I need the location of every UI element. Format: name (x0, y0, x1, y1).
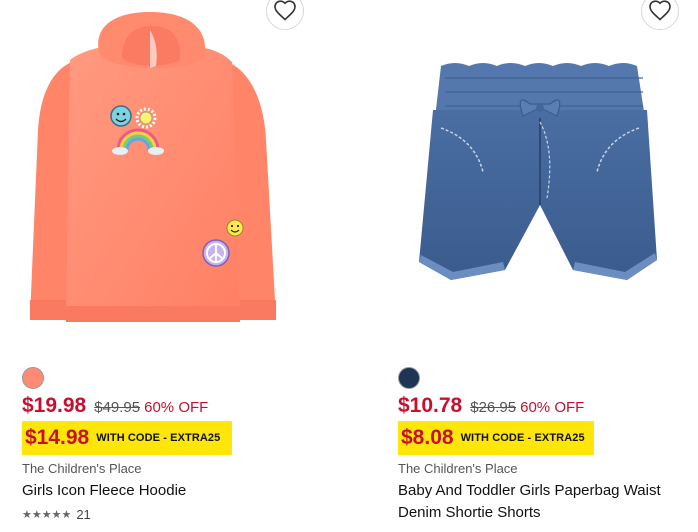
brand-name: The Children's Place (398, 461, 518, 476)
promo-price: $8.08 (401, 426, 454, 449)
heart-outline-icon (274, 0, 296, 21)
promo-code-text: WITH CODE - EXTRA25 (460, 432, 585, 444)
heart-outline-icon (649, 0, 671, 21)
sale-price: $19.98 (22, 394, 87, 417)
promo-code-text: WITH CODE - EXTRA25 (96, 432, 221, 444)
price-row: $19.98 $49.95 60% OFF (22, 394, 208, 418)
color-swatch[interactable] (22, 367, 44, 389)
sale-price: $10.78 (398, 394, 463, 417)
product-image-hoodie[interactable] (0, 0, 340, 345)
review-count: 21 (76, 507, 91, 522)
discount-label: 60% OFF (144, 399, 209, 416)
product-name-link[interactable]: Baby And Toddler Girls Paperbag Waist De… (398, 480, 698, 524)
promo-banner: $14.98 WITH CODE - EXTRA25 (22, 421, 232, 455)
product-name-link[interactable]: Girls Icon Fleece Hoodie (22, 480, 322, 502)
color-swatch[interactable] (398, 367, 420, 389)
promo-price: $14.98 (25, 426, 90, 449)
price-row: $10.78 $26.95 60% OFF (398, 394, 584, 418)
brand-name: The Children's Place (22, 461, 142, 476)
original-price: $49.95 (94, 399, 141, 416)
product-image-shorts[interactable] (375, 0, 698, 345)
original-price: $26.95 (470, 399, 517, 416)
star-rating-icon: ★★★★★ (22, 509, 72, 521)
rating[interactable]: ★★★★★ 21 (22, 507, 91, 522)
promo-banner: $8.08 WITH CODE - EXTRA25 (398, 421, 594, 455)
discount-label: 60% OFF (520, 399, 585, 416)
